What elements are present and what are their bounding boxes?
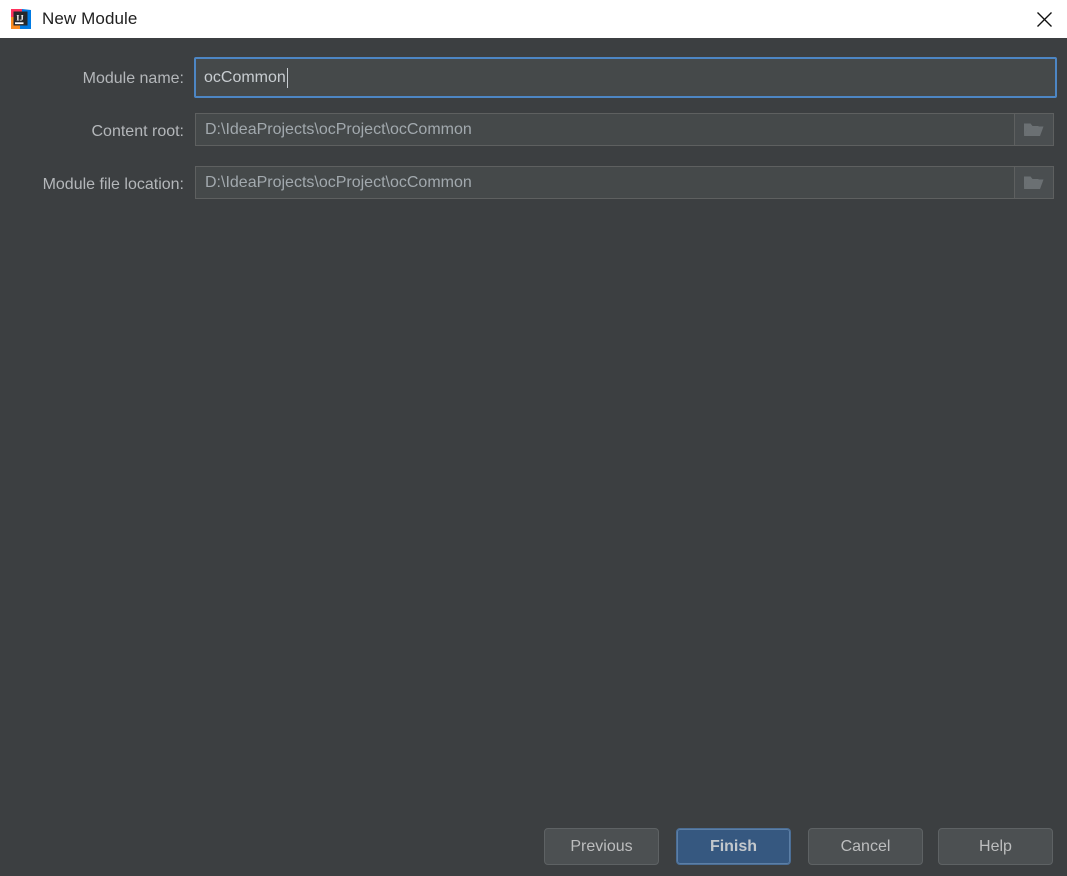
close-icon [1036,11,1053,28]
folder-icon [1023,174,1045,192]
svg-text:IJ: IJ [16,13,23,22]
module-name-label: Module name: [82,70,184,87]
module-file-location-input[interactable]: D:\IdeaProjects\ocProject\ocCommon [195,166,1015,199]
module-file-location-browse-button[interactable] [1015,166,1054,199]
content-root-input[interactable]: D:\IdeaProjects\ocProject\ocCommon [195,113,1015,146]
dialog-button-bar: Previous Finish Cancel Help [0,828,1067,868]
intellij-idea-logo-icon: IJ [10,8,32,30]
previous-button[interactable]: Previous [544,828,659,865]
finish-button[interactable]: Finish [676,828,791,865]
folder-icon [1023,121,1045,139]
content-root-label: Content root: [91,123,185,140]
cancel-button[interactable]: Cancel [808,828,923,865]
new-module-dialog: IJ New Module Module name: ocCommon Cont… [0,0,1067,876]
content-root-browse-button[interactable] [1015,113,1054,146]
close-button[interactable] [1021,0,1067,38]
module-name-value: ocCommon [204,68,286,86]
text-caret [286,67,288,88]
module-file-location-label: Module file location: [42,176,184,193]
title-bar: IJ New Module [0,0,1067,38]
help-button[interactable]: Help [938,828,1053,865]
window-title: New Module [42,9,138,28]
module-name-input[interactable]: ocCommon [194,57,1057,98]
